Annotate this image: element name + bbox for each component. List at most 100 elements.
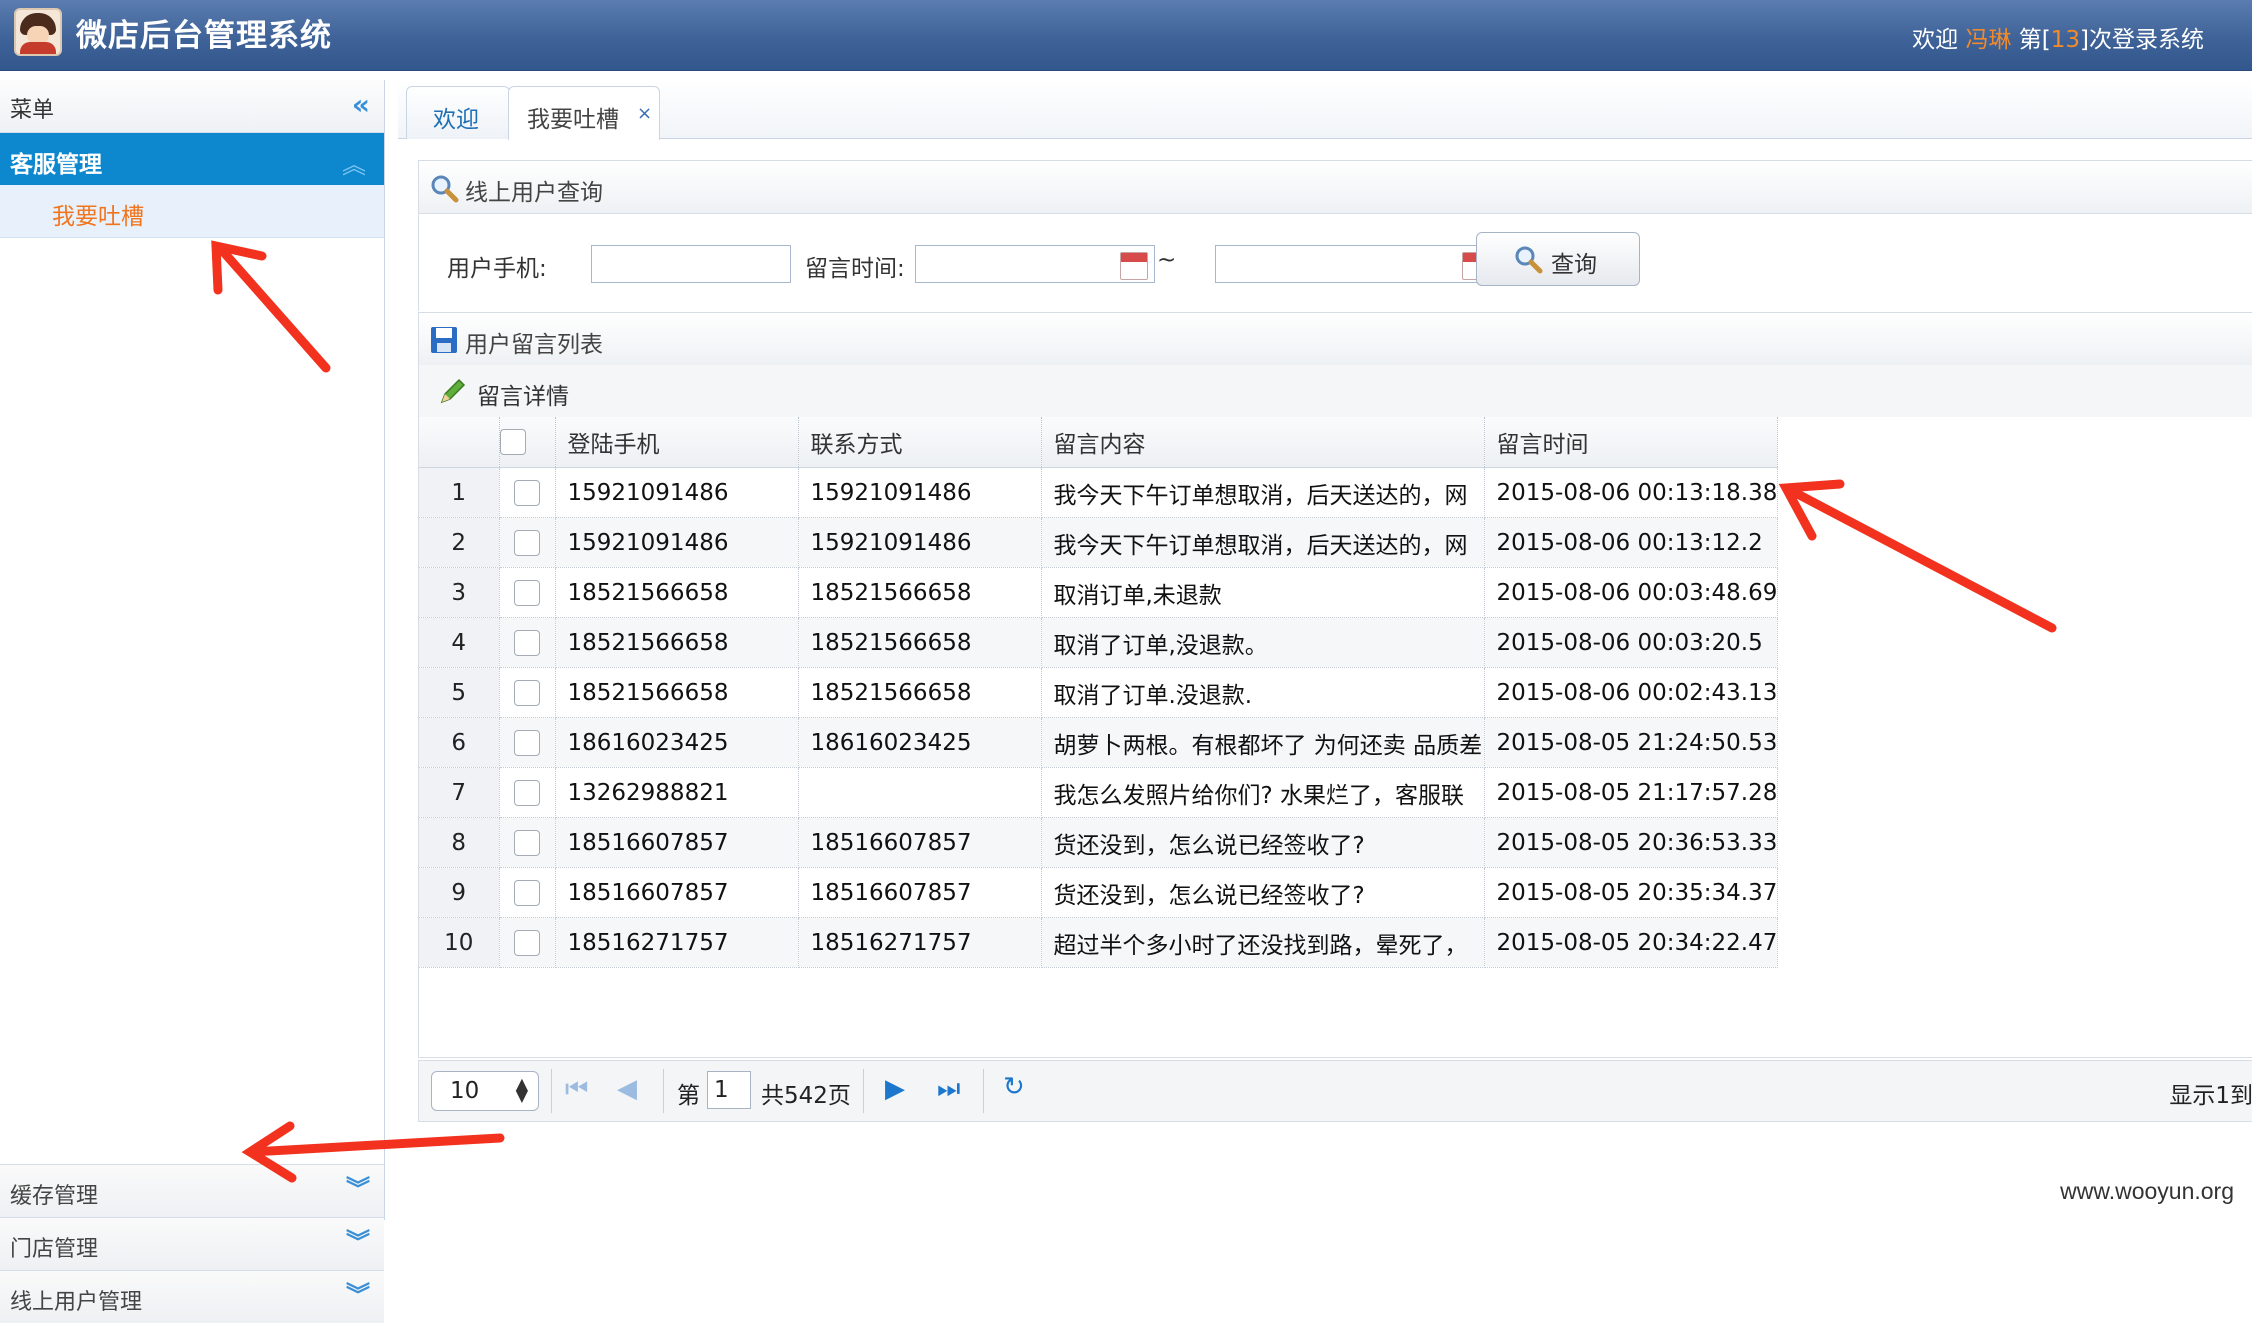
sidebar-item-complaints[interactable]: 我要吐槽 <box>0 185 384 238</box>
cell-contact: 18521566658 <box>798 617 1042 668</box>
row-number: 8 <box>419 817 500 868</box>
next-page-icon[interactable]: ▶ <box>885 1074 905 1104</box>
sidebar-menu-label: 菜单 <box>10 98 55 123</box>
cell-login-phone: 18516271757 <box>555 917 799 968</box>
logo-icon <box>14 8 62 56</box>
sidebar-group-customer-service[interactable]: 客服管理 ︽ <box>0 133 384 185</box>
table-row[interactable]: 4 18521566658 18521566658 取消了订单,没退款。 201… <box>419 617 1779 668</box>
cell-contact <box>798 767 1042 818</box>
row-checkbox-cell <box>499 817 556 868</box>
phone-input[interactable] <box>591 245 791 283</box>
row-checkbox[interactable] <box>514 729 540 756</box>
table-row[interactable]: 1 15921091486 15921091486 我今天下午订单想取消，后天送… <box>419 467 1779 518</box>
cell-content: 货还没到，怎么说已经签收了? <box>1041 867 1485 918</box>
row-number-header <box>419 417 500 468</box>
row-checkbox[interactable] <box>514 479 540 506</box>
app-title: 微店后台管理系统 <box>76 18 332 54</box>
list-panel-header: 用户留言列表 <box>418 312 2252 366</box>
sidebar-group-online-users[interactable]: 线上用户管理 ︾ <box>0 1270 384 1323</box>
sidebar-group-cache[interactable]: 缓存管理 ︾ <box>0 1164 384 1217</box>
cell-login-phone: 15921091486 <box>555 467 799 518</box>
query-button[interactable]: 查询 <box>1476 232 1640 286</box>
row-checkbox-cell <box>499 567 556 618</box>
column-header-content[interactable]: 留言内容 <box>1041 417 1485 468</box>
sidebar-group-label: 客服管理 <box>10 152 102 178</box>
collapse-sidebar-icon[interactable]: « <box>352 91 370 119</box>
cell-content: 取消了订单.没退款. <box>1041 667 1485 718</box>
divider <box>663 1069 664 1113</box>
row-checkbox[interactable] <box>514 779 540 806</box>
tab-bar: 欢迎 我要吐槽 × <box>398 80 2252 140</box>
table-row[interactable]: 6 18616023425 18616023425 胡萝卜两根。有根都坏了 为何… <box>419 717 1779 768</box>
list-panel-title: 用户留言列表 <box>465 332 603 358</box>
last-page-icon[interactable]: ⏭ <box>937 1074 960 1105</box>
cell-content: 胡萝卜两根。有根都坏了 为何还卖 品质差 <box>1041 717 1485 768</box>
refresh-icon[interactable]: ↻ <box>1003 1072 1025 1102</box>
row-number: 9 <box>419 867 500 918</box>
tab-welcome[interactable]: 欢迎 <box>406 86 510 139</box>
time-label: 留言时间: <box>805 256 905 282</box>
row-checkbox-cell <box>499 867 556 918</box>
row-checkbox[interactable] <box>514 629 540 656</box>
row-checkbox[interactable] <box>514 929 540 956</box>
cell-content: 取消订单,未退款 <box>1041 567 1485 618</box>
tab-label: 我要吐槽 <box>527 107 619 133</box>
cell-login-phone: 18521566658 <box>555 617 799 668</box>
query-button-label: 查询 <box>1551 252 1597 278</box>
select-arrows-icon: ▲ ▼ <box>515 1074 528 1105</box>
row-checkbox[interactable] <box>514 679 540 706</box>
search-form: 用户手机: 留言时间: ~ <box>418 213 2252 311</box>
row-number: 10 <box>419 917 500 968</box>
time-to-input[interactable] <box>1215 245 1497 283</box>
table-row[interactable]: 8 18516607857 18516607857 货还没到，怎么说已经签收了?… <box>419 817 1779 868</box>
column-header-login-phone[interactable]: 登陆手机 <box>555 417 799 468</box>
cell-time: 2015-08-05 20:36:53.33 <box>1484 817 1779 868</box>
row-number: 6 <box>419 717 500 768</box>
cell-content: 我今天下午订单想取消，后天送达的，网 <box>1041 467 1485 518</box>
calendar-icon[interactable] <box>1120 252 1148 280</box>
cell-contact: 18516607857 <box>798 867 1042 918</box>
row-checkbox[interactable] <box>514 579 540 606</box>
row-checkbox-cell <box>499 917 556 968</box>
row-checkbox[interactable] <box>514 529 540 556</box>
tab-complaints[interactable]: 我要吐槽 × <box>508 86 660 140</box>
page-size-select[interactable]: 10 ▲ ▼ <box>431 1071 539 1111</box>
row-number: 3 <box>419 567 500 618</box>
cell-login-phone: 18521566658 <box>555 567 799 618</box>
table-row[interactable]: 2 15921091486 15921091486 我今天下午订单想取消，后天送… <box>419 517 1779 568</box>
table-row[interactable]: 10 18516271757 18516271757 超过半个多小时了还没找到路… <box>419 917 1779 968</box>
time-from-input[interactable] <box>915 245 1155 283</box>
row-number: 1 <box>419 467 500 518</box>
page-number-input[interactable]: 1 <box>707 1071 751 1109</box>
detail-button[interactable]: 留言详情 <box>429 365 579 417</box>
top-bar: 微店后台管理系统 欢迎 冯琳 第[13]次登录系统 <box>0 0 2252 71</box>
cell-contact: 18521566658 <box>798 567 1042 618</box>
row-number: 4 <box>419 617 500 668</box>
table-row[interactable]: 5 18521566658 18521566658 取消了订单.没退款. 201… <box>419 667 1779 718</box>
row-number: 7 <box>419 767 500 818</box>
first-page-icon[interactable]: ⏮ <box>565 1074 588 1105</box>
watermark-text: www.wooyun.org <box>2060 1178 2234 1204</box>
row-checkbox-cell <box>499 617 556 668</box>
sidebar: 菜单 « 客服管理 ︽ 我要吐槽 缓存管理 ︾ 门店管理 ︾ 线上用户管理 ︾ <box>0 80 385 1323</box>
cell-login-phone: 18521566658 <box>555 667 799 718</box>
sidebar-bottom-groups: 缓存管理 ︾ 门店管理 ︾ 线上用户管理 ︾ <box>0 1164 384 1323</box>
row-checkbox[interactable] <box>514 829 540 856</box>
sidebar-group-stores[interactable]: 门店管理 ︾ <box>0 1217 384 1270</box>
cell-login-phone: 18516607857 <box>555 867 799 918</box>
row-number: 2 <box>419 517 500 568</box>
row-checkbox[interactable] <box>514 879 540 906</box>
prev-page-icon[interactable]: ◀ <box>617 1074 637 1104</box>
login-suffix: ]次登录系统 <box>2080 27 2204 53</box>
cell-content: 我今天下午订单想取消，后天送达的，网 <box>1041 517 1485 568</box>
column-header-time[interactable]: 留言时间 <box>1484 417 1779 468</box>
tab-label: 欢迎 <box>433 107 479 133</box>
close-tab-icon[interactable]: × <box>637 103 652 124</box>
save-icon <box>431 327 457 353</box>
table-row[interactable]: 9 18516607857 18516607857 货还没到，怎么说已经签收了?… <box>419 867 1779 918</box>
table-row[interactable]: 3 18521566658 18521566658 取消订单,未退款 2015-… <box>419 567 1779 618</box>
select-all-checkbox[interactable] <box>499 429 526 456</box>
table-row[interactable]: 7 13262988821 我怎么发照片给你们? 水果烂了，客服联 2015-0… <box>419 767 1779 818</box>
column-header-contact[interactable]: 联系方式 <box>798 417 1042 468</box>
cell-content: 我怎么发照片给你们? 水果烂了，客服联 <box>1041 767 1485 818</box>
